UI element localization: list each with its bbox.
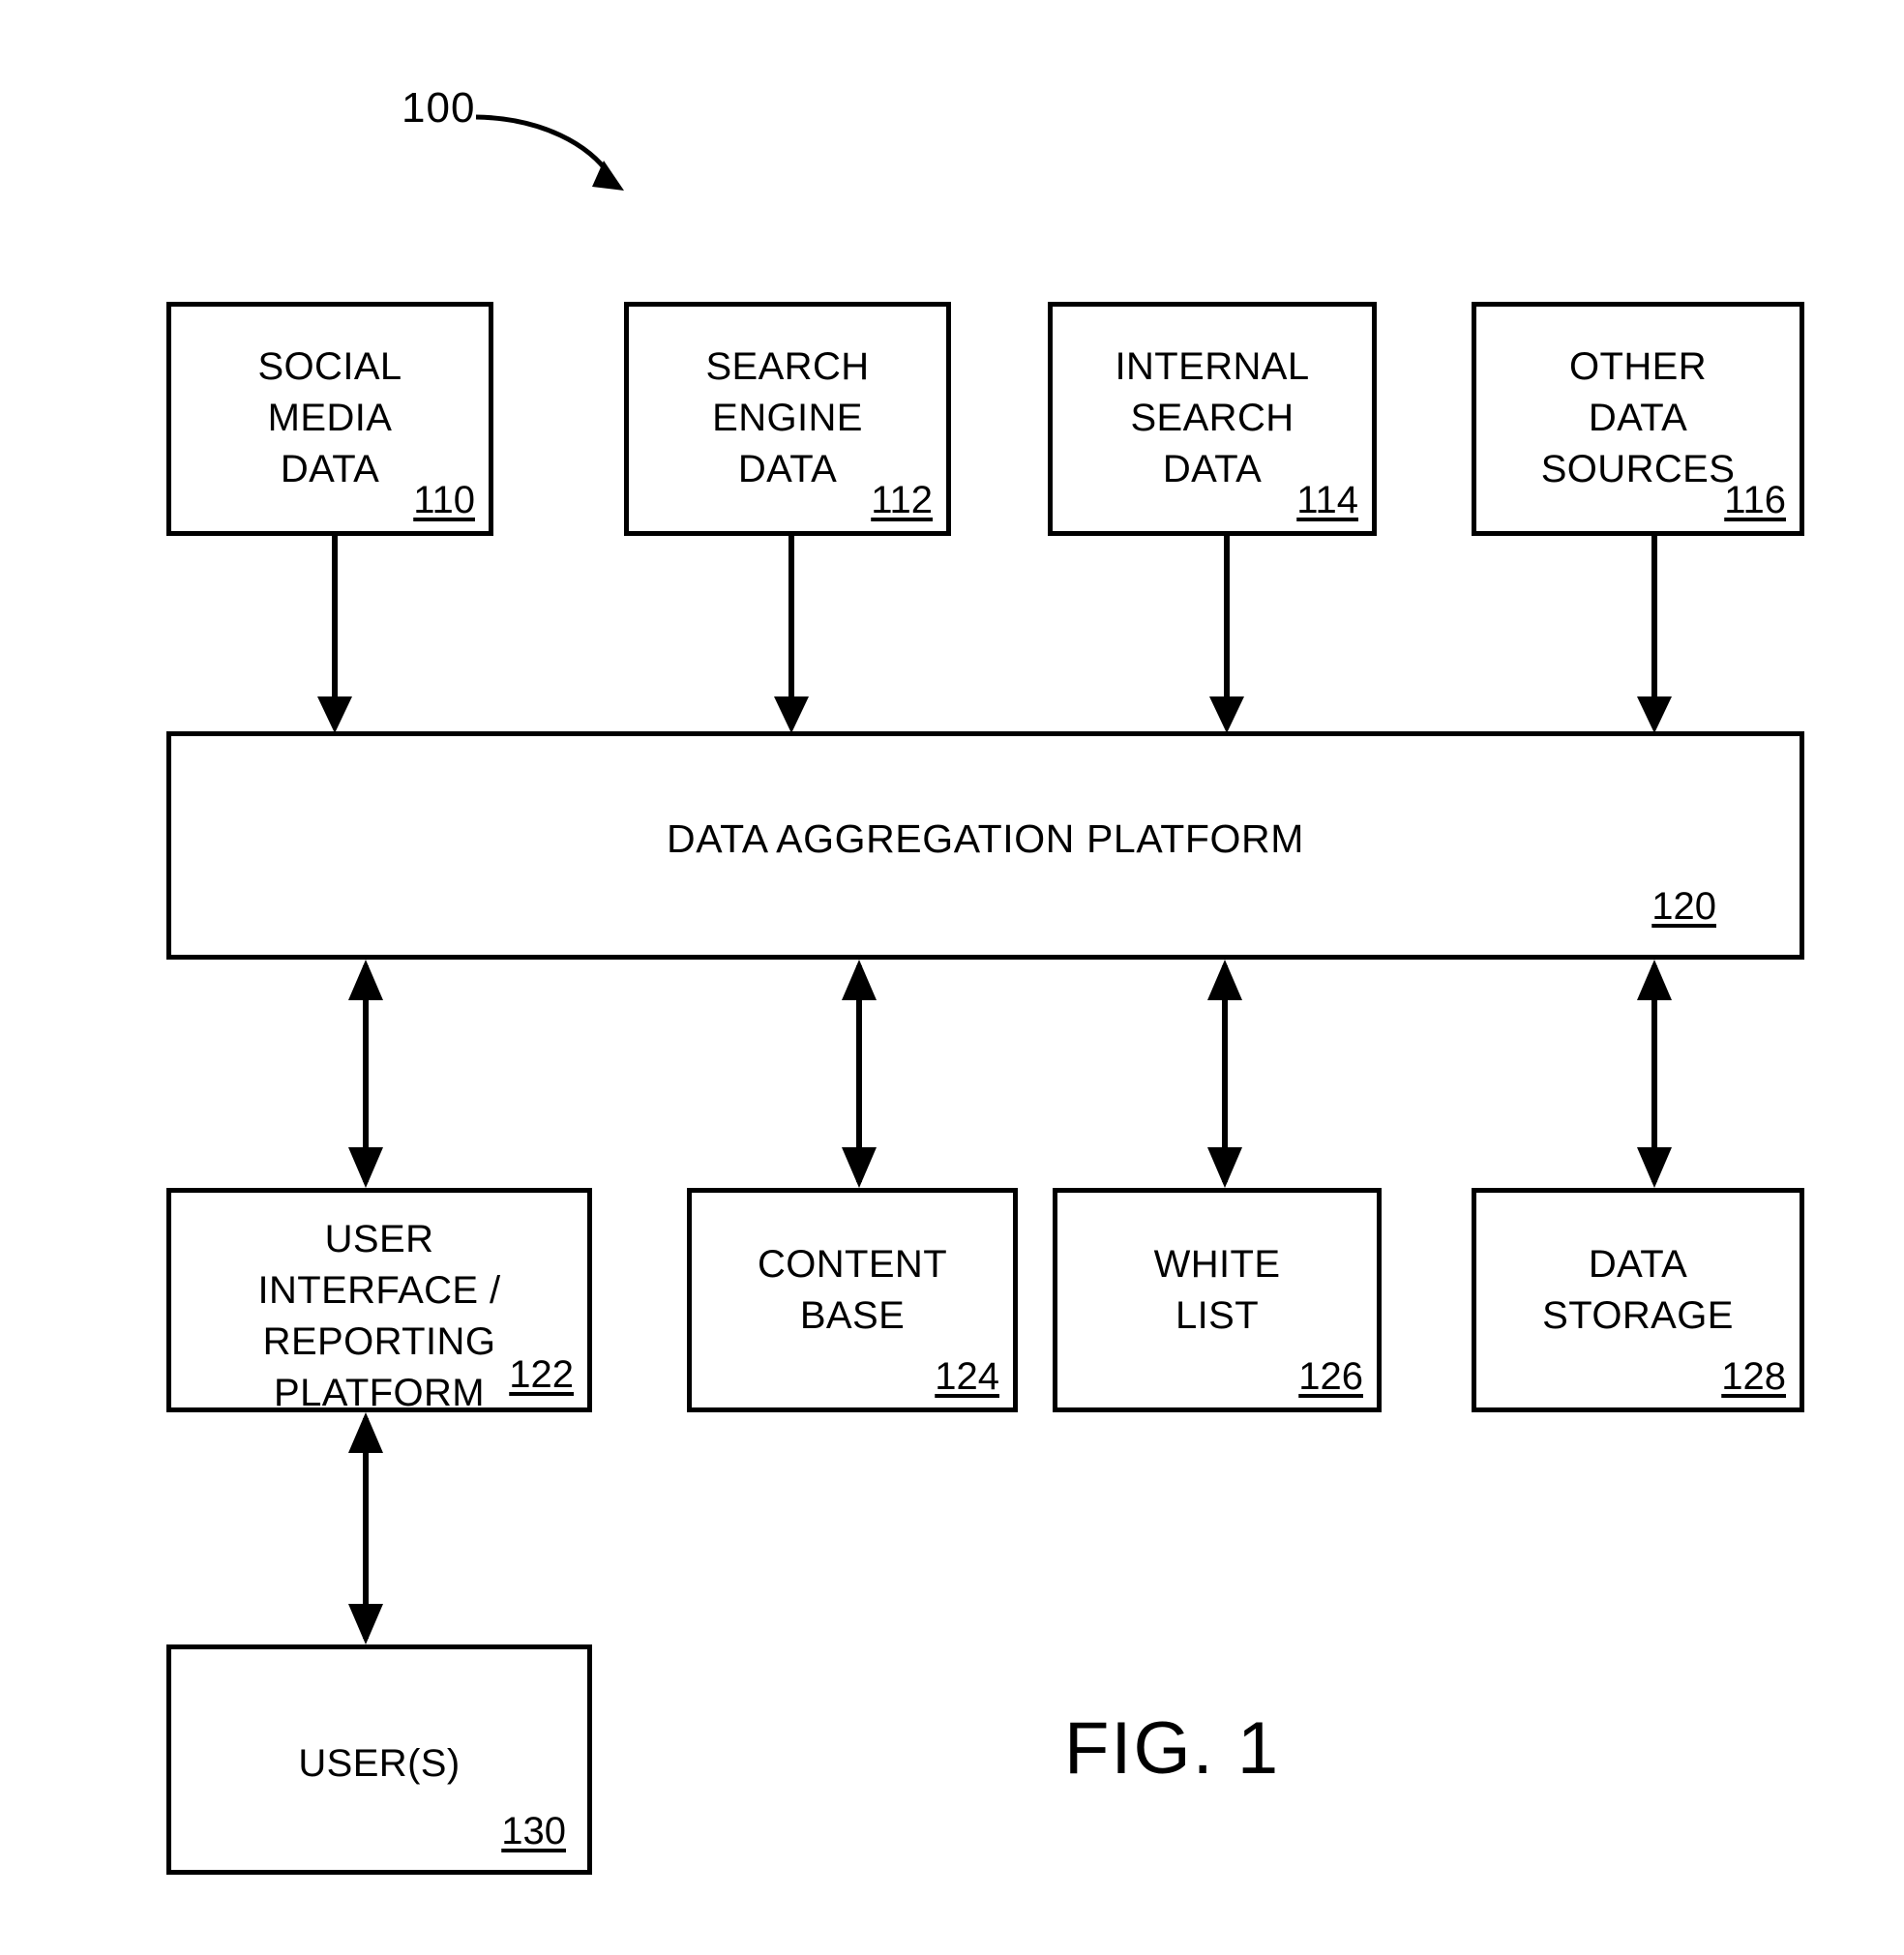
node-label: SEARCH ENGINE DATA (705, 345, 870, 490)
node-label: USER(S) (298, 1742, 461, 1785)
arrow-other-data-sources-to-platform (1637, 536, 1672, 733)
arrow-search-engine-data-to-platform (774, 536, 809, 733)
node-label: OTHER DATA SOURCES (1540, 345, 1736, 490)
arrow-user-interface-to-users (348, 1412, 383, 1644)
reference-numeral: 116 (1724, 479, 1786, 521)
reference-numeral: 122 (509, 1353, 574, 1396)
node-white-list[interactable]: WHITE LIST 126 (1053, 1188, 1382, 1412)
arrow-platform-to-data-storage (1637, 960, 1672, 1188)
node-social-media-data[interactable]: SOCIAL MEDIA DATA 110 (166, 302, 493, 536)
node-data-aggregation-platform[interactable]: DATA AGGREGATION PLATFORM 120 (166, 731, 1804, 960)
reference-numeral: 128 (1721, 1355, 1786, 1398)
node-label: INTERNAL SEARCH DATA (1115, 345, 1310, 490)
node-label: DATA AGGREGATION PLATFORM (667, 816, 1304, 861)
node-label: WHITE LIST (1153, 1243, 1281, 1337)
node-content-base[interactable]: CONTENT BASE 124 (687, 1188, 1018, 1412)
node-data-storage[interactable]: DATA STORAGE 128 (1472, 1188, 1804, 1412)
reference-numeral: 130 (501, 1810, 566, 1852)
arrow-platform-to-content-base (842, 960, 877, 1188)
node-users[interactable]: USER(S) 130 (166, 1644, 592, 1875)
arrow-internal-search-data-to-platform (1209, 536, 1244, 733)
patent-figure-1: 100 SOCIAL MEDIA DATA 110 SEARCH ENGINE … (0, 0, 1904, 1955)
node-user-interface-reporting-platform[interactable]: USER INTERFACE / REPORTING PLATFORM 122 (166, 1188, 592, 1414)
reference-numeral: 126 (1298, 1355, 1363, 1398)
node-internal-search-data[interactable]: INTERNAL SEARCH DATA 114 (1048, 302, 1377, 536)
reference-numeral: 114 (1296, 479, 1358, 521)
reference-numeral: 110 (413, 479, 475, 521)
arrow-platform-to-user-interface (348, 960, 383, 1188)
reference-numeral: 124 (935, 1355, 999, 1398)
node-label: SOCIAL MEDIA DATA (257, 345, 402, 490)
node-other-data-sources[interactable]: OTHER DATA SOURCES 116 (1472, 302, 1804, 536)
arrow-social-media-data-to-platform (317, 536, 352, 733)
node-label: CONTENT BASE (757, 1243, 948, 1337)
arrow-platform-to-white-list (1207, 960, 1242, 1188)
node-label: DATA STORAGE (1542, 1243, 1734, 1337)
system-callout-leader-arrow (475, 114, 624, 191)
reference-numeral: 120 (1651, 885, 1716, 928)
node-search-engine-data[interactable]: SEARCH ENGINE DATA 112 (624, 302, 951, 536)
reference-numeral: 112 (871, 479, 933, 521)
figure-caption: FIG. 1 (1064, 1707, 1281, 1790)
